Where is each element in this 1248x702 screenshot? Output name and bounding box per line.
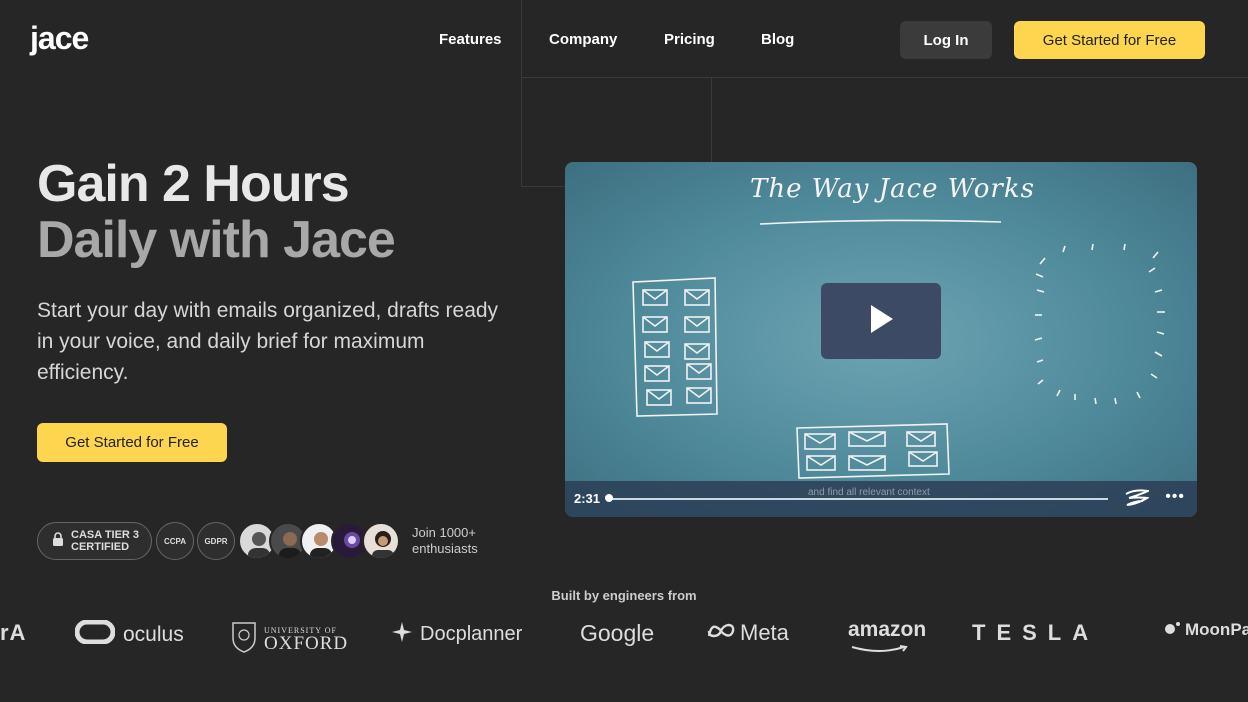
- hero-subtitle: Start your day with emails organized, dr…: [37, 299, 499, 384]
- grid-line: [521, 186, 565, 187]
- get-started-header-button[interactable]: Get Started for Free: [1014, 21, 1205, 59]
- company-logo-moonpay: MoonPa: [1164, 620, 1248, 640]
- built-by-label: Built by engineers from: [551, 588, 697, 603]
- video-time: 2:31: [574, 491, 601, 506]
- vimeo-logo-icon[interactable]: [1125, 489, 1152, 512]
- oxford-wordmark: UNIVERSITY OF OXFORD: [264, 626, 348, 653]
- amazon-smile-icon: [848, 640, 912, 658]
- company-logo-tesla: TESLA: [972, 620, 1099, 646]
- play-icon: [867, 303, 895, 340]
- grid-line: [711, 78, 712, 162]
- video-scrubber[interactable]: [605, 494, 613, 502]
- company-logo-label: OXFORD: [264, 633, 349, 654]
- video-title: The Way Jace Works: [750, 174, 1035, 204]
- casa-badge-label: CASA TIER 3 CERTIFIED: [71, 529, 140, 553]
- hero-title-line2: Daily with Jace: [37, 211, 396, 269]
- oculus-icon: [74, 619, 116, 649]
- moonpay-dot-icon: [1164, 621, 1182, 640]
- company-logo-label: oculus: [123, 622, 184, 646]
- nav-blog[interactable]: Blog: [761, 31, 794, 48]
- join-line1: Join 1000+: [412, 525, 476, 540]
- grid-line: [521, 0, 522, 186]
- company-logo-meta: Meta: [706, 620, 789, 646]
- video-player[interactable]: The Way Jace Works 2:31 and find all rel…: [565, 162, 1197, 517]
- company-logo-oxford: UNIVERSITY OF OXFORD: [230, 620, 348, 659]
- company-logo-label: MoonPa: [1185, 620, 1248, 639]
- video-controls: 2:31 and find all relevant context •••: [565, 481, 1197, 517]
- join-enthusiasts: Join 1000+ enthusiasts: [412, 525, 478, 557]
- casa-certified-badge: CASA TIER 3 CERTIFIED: [37, 522, 152, 560]
- docplanner-icon: [390, 620, 414, 649]
- company-logo-oculus: oculus: [74, 619, 184, 649]
- hero-title-line1: Gain 2 Hours: [37, 155, 350, 213]
- company-logo-label: rA: [0, 620, 27, 645]
- meta-infinity-icon: [706, 622, 736, 645]
- company-logo-docplanner: Docplanner: [390, 620, 522, 649]
- join-line2: enthusiasts: [412, 541, 478, 556]
- hero-title: Gain 2 Hours Daily with Jace: [37, 155, 396, 269]
- lock-icon: [52, 531, 64, 551]
- jace-logo[interactable]: jace: [30, 20, 89, 57]
- company-logo-amazon: amazon: [848, 618, 927, 658]
- company-logo-label: amazon: [848, 618, 927, 641]
- gdpr-badge: GDPR: [197, 522, 235, 560]
- company-logo-label: Google: [580, 620, 655, 646]
- ccpa-badge: CCPA: [156, 522, 194, 560]
- company-logo-label: TESLA: [972, 620, 1100, 645]
- oxford-crest-icon: [230, 620, 258, 659]
- play-button[interactable]: [821, 283, 941, 359]
- nav-company[interactable]: Company: [549, 31, 617, 48]
- video-caption: and find all relevant context: [808, 487, 930, 498]
- company-logo-partial: rA: [0, 620, 26, 646]
- avatar: [362, 522, 400, 560]
- more-options-icon[interactable]: •••: [1165, 488, 1185, 506]
- company-logo-label: Docplanner: [420, 623, 523, 645]
- company-logo-google: Google: [580, 620, 654, 647]
- nav-pricing[interactable]: Pricing: [664, 31, 715, 48]
- nav-features[interactable]: Features: [439, 31, 502, 48]
- login-button[interactable]: Log In: [900, 21, 992, 59]
- video-progress-bar[interactable]: [610, 498, 1108, 500]
- get-started-hero-button[interactable]: Get Started for Free: [37, 423, 227, 462]
- grid-line: [521, 77, 1248, 78]
- company-logo-label: Meta: [740, 620, 789, 645]
